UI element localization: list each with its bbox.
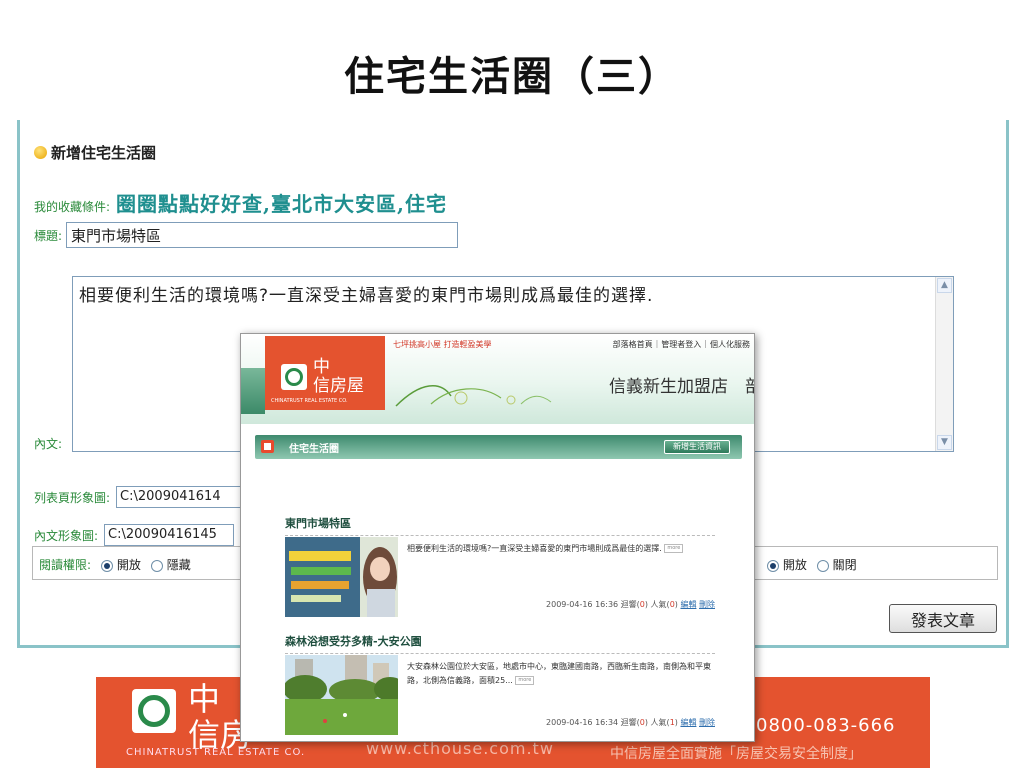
post-description: 相要便利生活的環境嗎?一直深受主婦喜愛的東門市場則成爲最佳的選擇. more [407,542,717,556]
post-title[interactable]: 森林浴想受芬多精-大安公園 [285,633,715,654]
fav-value: 圈圈點點好好查,臺北市大安區,住宅 [116,192,447,216]
publish-button[interactable]: 發表文章 [889,604,997,633]
logo-en: CHINATRUST REAL ESTATE CO. [271,398,348,404]
post-title[interactable]: 東門市場特區 [285,515,715,536]
radio-selected-icon[interactable] [101,559,114,572]
radio-selected-icon[interactable] [767,559,779,572]
section-bar: 住宅生活圈 新增生活資訊 [255,435,742,459]
promo-link[interactable]: 七坪挑高小屋 打造輕盈美學 [393,339,492,350]
blog-preview-window: 中 信房屋 CHINATRUST REAL ESTATE CO. 七坪挑高小屋 … [240,333,755,742]
popularity-label: ) 人氣( [644,718,670,727]
content-image-row: 內文形象圖: C:\20090416145 [34,524,235,546]
post-desc-text: 大安森林公園位於大安區，地處市中心，東臨建國南路，西臨新生南路，南側為和平東路，… [407,662,711,685]
new-living-info-button[interactable]: 新增生活資訊 [664,440,730,454]
form-heading-text: 新增住宅生活圈 [51,144,157,162]
content-label: 內文: [34,437,63,451]
banner-phone: 0800-083-666 [756,715,896,736]
fav-label: 我的收藏條件: [34,200,111,214]
content-image-file-input[interactable]: C:\20090416145 [104,524,235,546]
list-image-label: 列表頁形象圖: [34,490,111,505]
perm2-close-option[interactable]: 關閉 [816,556,857,573]
company-logo-icon [132,689,176,733]
radio-icon[interactable] [150,559,163,572]
perm-label: 閱讀權限: [39,558,92,572]
popularity-end: ) [674,600,678,609]
post-date: 2009-04-16 16:34 [546,718,619,727]
logo-zh-1: 中 [313,357,330,377]
nav-personal-service[interactable]: 個人化服務 [710,339,750,350]
post-date: 2009-04-16 16:36 [546,600,619,609]
perm-open-label: 開放 [116,558,141,572]
store-name: 信義新生加盟店 部 [609,377,755,397]
blog-top-nav: 部落格首頁 | 管理者登入 | 個人化服務 [612,339,750,350]
perm2-open-label: 開放 [782,558,807,572]
comment-permission: 開放 關閉 [767,556,857,573]
list-image-row: 列表頁形象圖: C:\2009041614 [34,486,247,508]
perm-open-option[interactable]: 開放 [101,556,141,573]
section-flag-icon [261,440,274,453]
more-button[interactable]: more [515,676,535,685]
edit-link[interactable]: 編輯 [680,718,696,727]
banner-slogan: 中信房屋全面實施「房屋交易安全制度」 [610,746,862,762]
leaf-decoration-icon [395,385,552,407]
delete-link[interactable]: 刪除 [699,600,715,609]
reply-label: 迴響( [620,718,640,727]
radio-icon[interactable] [816,559,829,572]
scroll-down-icon[interactable]: ▼ [937,435,952,450]
perm-hide-option[interactable]: 隱藏 [150,556,191,573]
post-description: 大安森林公園位於大安區，地處市中心，東臨建國南路，西臨新生南路，南側為和平東路，… [407,660,717,688]
perm2-open-option[interactable]: 開放 [767,556,807,573]
nav-blog-home[interactable]: 部落格首頁 [613,339,653,350]
content-text: 相要便利生活的環境嗎?一直深受主婦喜愛的東門市場則成爲最佳的選擇. [79,286,654,306]
reply-label: 迴響( [620,600,640,609]
post-meta: 2009-04-16 16:34 迴響(0) 人氣(1) 編輯 刪除 [546,717,715,728]
edit-link[interactable]: 編輯 [680,600,696,609]
popularity-label: ) 人氣( [644,600,670,609]
title-input[interactable]: 東門市場特區 [66,222,459,248]
popularity-end: ) [674,718,678,727]
content-image-label: 內文形象圖: [34,528,99,543]
delete-link[interactable]: 刪除 [699,718,715,727]
scroll-up-icon[interactable]: ▲ [937,278,952,293]
post-item: 東門市場特區 相要便利生活的環境嗎?一直深受主婦喜愛的東門市場則成爲最佳的選擇.… [285,515,715,617]
bullet-icon [34,146,47,159]
perm-hide-label: 隱藏 [166,558,191,572]
post-item: 森林浴想受芬多精-大安公園 大安森林公園位於大安區，地處市中心，東臨建國南路，西… [285,633,715,735]
post-thumbnail[interactable] [285,537,398,617]
logo-icon [281,364,307,390]
blog-logo[interactable]: 中 信房屋 CHINATRUST REAL ESTATE CO. [265,336,385,410]
section-title: 住宅生活圈 [289,444,339,455]
slide-title: 住宅生活圈（三） [344,54,680,100]
post-meta: 2009-04-16 16:36 迴響(0) 人氣(0) 編輯 刪除 [546,599,715,610]
read-permission: 閱讀權限: 開放 隱藏 [39,556,191,573]
title-label: 標題: [34,228,63,243]
favorite-conditions: 我的收藏條件: 圈圈點點好好查,臺北市大安區,住宅 [34,188,447,217]
logo-zh: 中 信房屋 [313,358,364,396]
logo-zh-2: 信房屋 [313,376,364,396]
title-row: 標題: 東門市場特區 [34,222,459,248]
textarea-scrollbar[interactable]: ▲ ▼ [935,277,953,451]
post-desc-text: 相要便利生活的環境嗎?一直深受主婦喜愛的東門市場則成爲最佳的選擇. [407,544,662,553]
post-thumbnail[interactable] [285,655,398,735]
list-image-file-input[interactable]: C:\2009041614 [116,486,247,508]
more-button[interactable]: more [664,544,684,553]
banner-english: CHINATRUST REAL ESTATE CO. [126,747,306,758]
header-tab [241,368,265,414]
perm2-close-label: 關閉 [832,558,857,572]
nav-admin-login[interactable]: 管理者登入 [661,339,701,350]
form-heading: 新增住宅生活圈 [34,142,156,163]
blog-header: 中 信房屋 CHINATRUST REAL ESTATE CO. 七坪挑高小屋 … [241,334,755,424]
